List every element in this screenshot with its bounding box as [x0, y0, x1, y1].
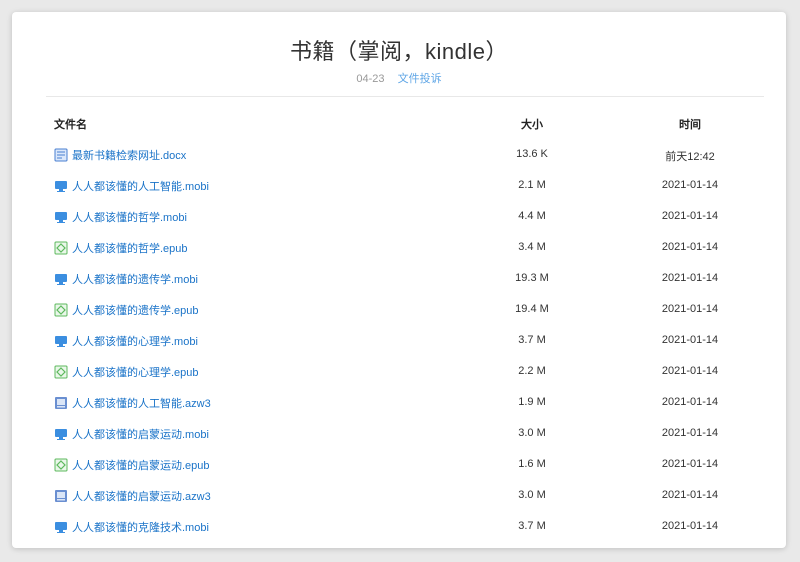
file-link[interactable]: 人人都该懂的克隆技术.mobi — [54, 519, 209, 535]
table-row: 人人都该懂的遗传学.epub 19.4 M 2021-01-14 — [12, 298, 786, 329]
file-name: 人人都该懂的人工智能.azw3 — [72, 398, 211, 410]
file-share-card: 书籍（掌阅，kindle） 04-23 文件投诉 文件名 大小 时间 最新书籍检… — [12, 12, 786, 548]
file-size: 13.6 K — [516, 148, 548, 160]
table-row: 人人都该懂的克隆技术.mobi 3.7 M 2021-01-14 — [12, 515, 786, 546]
file-link[interactable]: 人人都该懂的启蒙运动.mobi — [54, 426, 209, 442]
file-name: 最新书籍检索网址.docx — [72, 150, 187, 162]
azw3-file-icon — [54, 396, 68, 410]
file-link[interactable]: 人人都该懂的遗传学.epub — [54, 302, 199, 318]
table-row: 人人都该懂的人工智能.azw3 1.9 M 2021-01-14 — [12, 391, 786, 422]
header-size[interactable]: 大小 — [492, 116, 572, 132]
file-size: 19.3 M — [515, 272, 549, 284]
file-size: 3.7 M — [518, 520, 546, 532]
file-link[interactable]: 人人都该懂的哲学.epub — [54, 240, 188, 256]
file-time: 2021-01-14 — [661, 179, 719, 191]
doc-file-icon — [54, 148, 68, 162]
file-link[interactable]: 人人都该懂的人工智能.azw3 — [54, 395, 211, 411]
mobi-file-icon — [54, 210, 68, 224]
file-time: 2021-01-14 — [661, 272, 719, 284]
file-link[interactable]: 人人都该懂的启蒙运动.epub — [54, 457, 210, 473]
file-time: 前天12:42 — [665, 151, 715, 163]
report-link[interactable]: 文件投诉 — [398, 73, 442, 85]
epub-file-icon — [54, 365, 68, 379]
file-link[interactable]: 人人都该懂的人工智能.mobi — [54, 178, 209, 194]
file-size: 3.0 M — [518, 427, 546, 439]
file-link[interactable]: 人人都该懂的哲学.mobi — [54, 209, 187, 225]
file-size: 1.9 M — [518, 396, 546, 408]
epub-file-icon — [54, 241, 68, 255]
table-row: 人人都该懂的哲学.epub 3.4 M 2021-01-14 — [12, 236, 786, 267]
file-time: 2021-01-14 — [661, 365, 719, 377]
file-name: 人人都该懂的哲学.mobi — [72, 212, 187, 224]
table-row: 人人都该懂的遗传学.mobi 19.3 M 2021-01-14 — [12, 267, 786, 298]
share-date: 04-23 — [356, 73, 385, 85]
file-time: 2021-01-14 — [661, 458, 719, 470]
file-size: 1.6 M — [518, 458, 546, 470]
page-title: 书籍（掌阅，kindle） — [290, 39, 508, 64]
table-row: 人人都该懂的启蒙运动.azw3 3.0 M 2021-01-14 — [12, 484, 786, 515]
table-row: 人人都该懂的心理学.epub 2.2 M 2021-01-14 — [12, 360, 786, 391]
file-time: 2021-01-14 — [661, 520, 719, 532]
file-link[interactable]: 人人都该懂的心理学.epub — [54, 364, 199, 380]
file-name: 人人都该懂的遗传学.mobi — [72, 274, 198, 286]
file-size: 3.7 M — [518, 334, 546, 346]
mobi-file-icon — [54, 427, 68, 441]
file-time: 2021-01-14 — [661, 427, 719, 439]
epub-file-icon — [54, 458, 68, 472]
mobi-file-icon — [54, 334, 68, 348]
file-link[interactable]: 人人都该懂的遗传学.mobi — [54, 271, 198, 287]
page-meta: 04-23 文件投诉 — [12, 70, 786, 86]
file-name: 人人都该懂的启蒙运动.mobi — [72, 429, 209, 441]
file-time: 2021-01-14 — [661, 210, 719, 222]
file-name: 人人都该懂的哲学.epub — [72, 243, 188, 255]
file-link[interactable]: 人人都该懂的启蒙运动.azw3 — [54, 488, 211, 504]
file-name: 人人都该懂的心理学.mobi — [72, 336, 198, 348]
file-size: 19.4 M — [515, 303, 549, 315]
epub-file-icon — [54, 303, 68, 317]
file-time: 2021-01-14 — [661, 334, 719, 346]
file-time: 2021-01-14 — [661, 241, 719, 253]
file-time: 2021-01-14 — [661, 489, 719, 501]
table-row: 人人都该懂的启蒙运动.epub 1.6 M 2021-01-14 — [12, 453, 786, 484]
file-name: 人人都该懂的心理学.epub — [72, 367, 199, 379]
header-name[interactable]: 文件名 — [54, 116, 87, 132]
file-name: 人人都该懂的克隆技术.mobi — [72, 522, 209, 534]
table-row: 人人都该懂的哲学.mobi 4.4 M 2021-01-14 — [12, 205, 786, 236]
file-size: 2.1 M — [518, 179, 546, 191]
header-time[interactable]: 时间 — [642, 116, 738, 132]
file-size: 4.4 M — [518, 210, 546, 222]
table-header: 文件名 大小 时间 — [12, 116, 786, 136]
file-size: 3.0 M — [518, 489, 546, 501]
file-time: 2021-01-14 — [661, 303, 719, 315]
file-name: 人人都该懂的启蒙运动.epub — [72, 460, 210, 472]
mobi-file-icon — [54, 520, 68, 534]
azw3-file-icon — [54, 489, 68, 503]
file-name: 人人都该懂的启蒙运动.azw3 — [72, 491, 211, 503]
file-name: 人人都该懂的遗传学.epub — [72, 305, 199, 317]
table-row: 人人都该懂的启蒙运动.mobi 3.0 M 2021-01-14 — [12, 422, 786, 453]
divider — [46, 96, 764, 97]
table-row: 人人都该懂的心理学.mobi 3.7 M 2021-01-14 — [12, 329, 786, 360]
file-size: 2.2 M — [518, 365, 546, 377]
file-list: 最新书籍检索网址.docx 13.6 K 前天12:42 人人都该懂的人工智能.… — [12, 143, 786, 546]
file-time: 2021-01-14 — [661, 396, 719, 408]
table-row: 最新书籍检索网址.docx 13.6 K 前天12:42 — [12, 143, 786, 174]
file-size: 3.4 M — [518, 241, 546, 253]
mobi-file-icon — [54, 179, 68, 193]
file-name: 人人都该懂的人工智能.mobi — [72, 181, 209, 193]
file-link[interactable]: 人人都该懂的心理学.mobi — [54, 333, 198, 349]
table-row: 人人都该懂的人工智能.mobi 2.1 M 2021-01-14 — [12, 174, 786, 205]
mobi-file-icon — [54, 272, 68, 286]
file-link[interactable]: 最新书籍检索网址.docx — [54, 147, 186, 163]
